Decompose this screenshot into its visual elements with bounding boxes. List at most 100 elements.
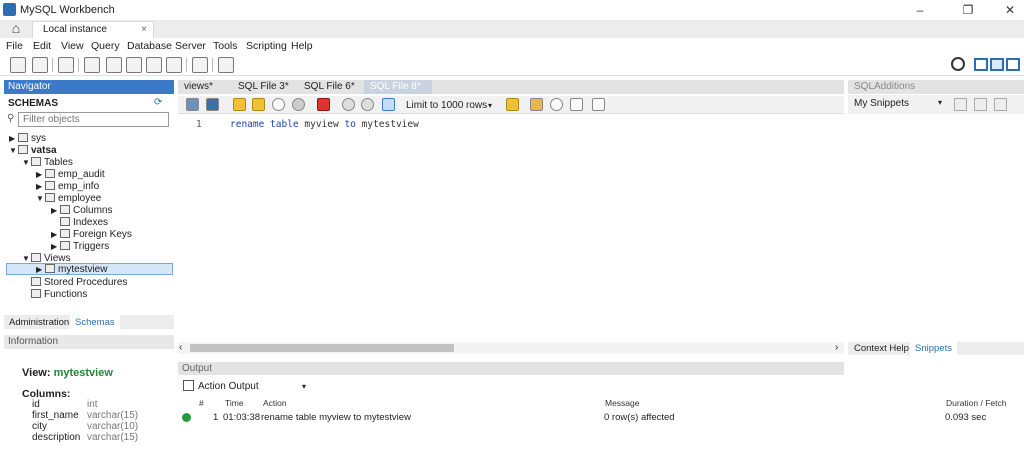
search-icon: ⚲ <box>7 113 15 124</box>
autocommit-icon[interactable] <box>382 98 395 111</box>
tree-item-stored-procedures[interactable]: Stored Procedures <box>31 277 127 289</box>
inspector-icon[interactable] <box>58 57 74 73</box>
stop-icon[interactable] <box>292 98 305 111</box>
tree-item-vatsa[interactable]: ▼ vatsa <box>9 145 57 157</box>
connection-tab[interactable]: Local instance MySQL80 × <box>32 21 154 51</box>
scroll-right-icon[interactable]: › <box>835 342 838 353</box>
menu-database[interactable]: Database <box>127 40 172 52</box>
tree-item-triggers[interactable]: ▶ Triggers <box>51 241 109 253</box>
row-duration: 0.093 sec <box>945 412 987 423</box>
new-sql-tab-icon[interactable] <box>10 57 26 73</box>
snippet-replace-icon[interactable] <box>954 98 967 111</box>
tree-item-employee[interactable]: ▼ employee <box>36 193 101 205</box>
tab-schemas[interactable]: Schemas <box>70 315 120 329</box>
open-sql-script-icon[interactable] <box>32 57 48 73</box>
row-action[interactable]: rename table myview to mytestview <box>261 412 411 423</box>
copy-icon[interactable] <box>183 380 194 391</box>
filter-objects-input[interactable] <box>18 112 169 127</box>
preferences-icon[interactable] <box>951 57 965 71</box>
close-window-button[interactable]: ✕ <box>995 2 1024 18</box>
tab-sql-file-3[interactable]: SQL File 3* <box>232 80 295 94</box>
toggle-secondary-sidebar-icon[interactable] <box>1006 58 1020 71</box>
reconnect-icon[interactable] <box>218 57 234 73</box>
maximize-button[interactable]: ❐ <box>953 2 983 18</box>
tree-item-sys[interactable]: ▶ sys <box>9 133 46 145</box>
explain-icon[interactable] <box>272 98 285 111</box>
menu-view[interactable]: View <box>61 40 84 52</box>
window-title: MySQL Workbench <box>20 4 115 16</box>
toggle-error-icon[interactable] <box>317 98 330 111</box>
navigator-bottom-tabs: Administration Schemas <box>4 315 174 329</box>
tree-item-columns[interactable]: ▶ Columns <box>51 205 112 217</box>
tree-item-tables[interactable]: ▼ Tables <box>22 157 73 169</box>
beautify-icon[interactable] <box>506 98 519 111</box>
invisible-chars-icon[interactable] <box>570 98 583 111</box>
execute-icon[interactable] <box>233 98 246 111</box>
col-header-message: Message <box>605 398 640 408</box>
home-icon[interactable]: ⌂ <box>8 21 24 36</box>
tree-item-indexes[interactable]: Indexes <box>60 217 108 229</box>
save-icon[interactable] <box>206 98 219 111</box>
create-schema-icon[interactable] <box>84 57 100 73</box>
toggle-output-icon[interactable] <box>990 58 1004 71</box>
create-table-icon[interactable] <box>106 57 122 73</box>
minimize-button[interactable]: – <box>905 2 935 18</box>
format-icon[interactable] <box>530 98 543 111</box>
tab-sql-file-6[interactable]: SQL File 6* <box>298 80 361 94</box>
wrap-lines-icon[interactable] <box>592 98 605 111</box>
toolbar-separator <box>212 58 213 72</box>
create-view-icon[interactable] <box>126 57 142 73</box>
toolbar-separator <box>186 58 187 72</box>
column-type: int <box>87 399 98 410</box>
sql-editor[interactable]: 1 rename table myview to mytestview <box>178 115 844 341</box>
scrollbar-thumb[interactable] <box>190 344 454 352</box>
limit-rows-select[interactable]: Limit to 1000 rows ▾ <box>406 99 498 112</box>
find-icon[interactable] <box>550 98 563 111</box>
tree-item-mytestview[interactable]: ▶ mytestview <box>36 264 107 276</box>
sql-additions-panel: SQLAdditions My Snippets ▾ <box>848 80 1024 355</box>
sql-code-line[interactable]: rename table myview to mytestview <box>230 119 419 130</box>
menu-scripting[interactable]: Scripting <box>246 40 287 52</box>
create-procedure-icon[interactable] <box>146 57 162 73</box>
tab-context-help[interactable]: Context Help <box>854 343 909 354</box>
tree-item-foreign-keys[interactable]: ▶ Foreign Keys <box>51 229 132 241</box>
expand-arrow-icon[interactable]: ▶ <box>9 133 18 145</box>
mysql-workbench-icon <box>3 3 16 16</box>
tree-item-functions[interactable]: Functions <box>31 289 87 301</box>
menu-help[interactable]: Help <box>291 40 313 52</box>
menu-bar: File Edit View Query Database Server Too… <box>0 38 1024 54</box>
menu-tools[interactable]: Tools <box>213 40 238 52</box>
menu-file[interactable]: File <box>6 40 23 52</box>
database-icon <box>18 145 28 154</box>
execute-current-icon[interactable] <box>252 98 265 111</box>
tab-administration[interactable]: Administration <box>9 317 69 328</box>
collapse-arrow-icon[interactable]: ▼ <box>9 145 18 157</box>
snippets-toolbar: My Snippets ▾ <box>848 95 1024 114</box>
create-function-icon[interactable] <box>166 57 182 73</box>
database-icon <box>18 133 28 142</box>
toggle-sidebar-icon[interactable] <box>974 58 988 71</box>
commit-icon[interactable] <box>342 98 355 111</box>
menu-query[interactable]: Query <box>91 40 120 52</box>
rollback-icon[interactable] <box>361 98 374 111</box>
snippet-copy-icon[interactable] <box>994 98 1007 111</box>
tab-snippets[interactable]: Snippets <box>910 342 957 355</box>
scroll-left-icon[interactable]: ‹ <box>179 342 182 353</box>
sql-additions-header: SQLAdditions <box>848 80 1024 94</box>
column-type: varchar(10) <box>87 421 139 432</box>
close-tab-icon[interactable]: × <box>141 22 147 38</box>
snippet-insert-icon[interactable] <box>974 98 987 111</box>
menu-edit[interactable]: Edit <box>33 40 51 52</box>
snippets-select[interactable]: My Snippets ▾ <box>854 98 944 111</box>
menu-server[interactable]: Server <box>175 40 206 52</box>
search-table-data-icon[interactable] <box>192 57 208 73</box>
refresh-icon[interactable]: ⟳ <box>154 97 162 108</box>
tree-item-emp-audit[interactable]: ▶ emp_audit <box>36 169 105 181</box>
tab-sql-file-8[interactable]: SQL File 8* × <box>364 80 432 106</box>
tab-views[interactable]: views* <box>178 80 219 94</box>
horizontal-scrollbar[interactable]: ‹ › <box>178 342 844 354</box>
open-file-icon[interactable] <box>186 98 199 111</box>
tree-item-emp-info[interactable]: ▶ emp_info <box>36 181 99 193</box>
folder-icon <box>31 277 41 286</box>
output-mode-select[interactable]: Action Output ▾ <box>198 380 310 394</box>
